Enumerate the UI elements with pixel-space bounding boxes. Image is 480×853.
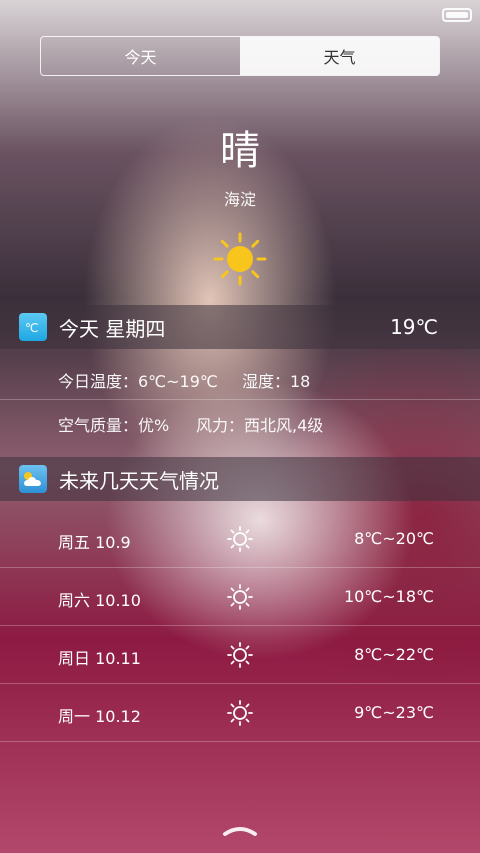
forecast-range: 10℃~18℃ xyxy=(343,587,434,606)
forecast-row: 周日 10.11 8℃~22℃ xyxy=(0,627,480,685)
forecast-range: 8℃~22℃ xyxy=(354,645,434,664)
sun-outline-icon xyxy=(227,700,253,726)
today-header: ℃ 今天 星期四 19℃ xyxy=(0,305,480,349)
pull-up-handle-icon[interactable] xyxy=(222,826,258,836)
forecast-title: 未来几天天气情况 xyxy=(59,468,219,493)
today-temp-range: 今日温度：6℃~19℃ xyxy=(58,372,218,391)
sun-icon xyxy=(213,232,267,286)
today-wind: 风力：西北风,4级 xyxy=(196,416,324,435)
location-label: 海淀 xyxy=(223,190,256,209)
thermometer-celsius-icon: ℃ xyxy=(19,313,47,341)
cloud-icon xyxy=(19,465,47,493)
forecast-row: 周六 10.10 10℃~18℃ xyxy=(0,569,480,627)
tab-bar: 今天 天气 xyxy=(40,36,440,76)
divider xyxy=(0,683,480,684)
sun-outline-icon xyxy=(227,584,253,610)
forecast-day: 周一 10.12 xyxy=(58,707,141,726)
forecast-day: 周日 10.11 xyxy=(58,649,141,668)
battery-icon xyxy=(442,8,472,22)
status-bar xyxy=(0,0,480,30)
today-title: 今天 星期四 xyxy=(59,316,166,341)
divider xyxy=(0,741,480,742)
tab-today[interactable]: 今天 xyxy=(41,37,240,75)
divider xyxy=(0,399,480,400)
sun-outline-icon xyxy=(227,526,253,552)
forecast-row: 周五 10.9 8℃~20℃ xyxy=(0,511,480,569)
divider xyxy=(0,567,480,568)
forecast-range: 9℃~23℃ xyxy=(354,703,434,722)
tab-weather[interactable]: 天气 xyxy=(240,37,439,75)
forecast-range: 8℃~20℃ xyxy=(354,529,434,548)
sun-outline-icon xyxy=(227,642,253,668)
today-temp: 19℃ xyxy=(390,315,438,339)
today-humidity: 湿度：18 xyxy=(242,372,311,391)
forecast-day: 周六 10.10 xyxy=(58,591,141,610)
forecast-day: 周五 10.9 xyxy=(58,533,131,552)
forecast-row: 周一 10.12 9℃~23℃ xyxy=(0,685,480,743)
forecast-header: 未来几天天气情况 xyxy=(0,457,480,501)
today-air-quality: 空气质量：优% xyxy=(58,416,170,435)
svg-text:℃: ℃ xyxy=(25,321,38,335)
weather-condition: 晴 xyxy=(220,128,260,174)
divider xyxy=(0,625,480,626)
